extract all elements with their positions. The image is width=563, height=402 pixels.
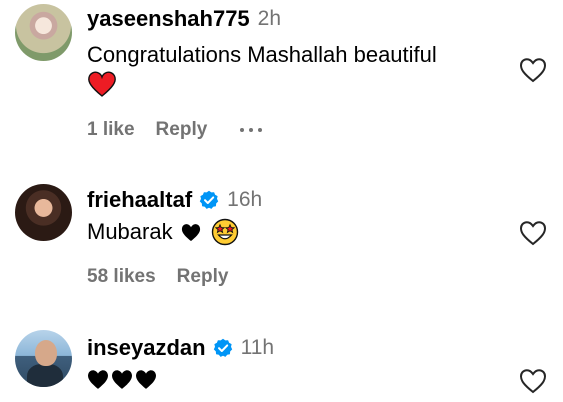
username[interactable]: yaseenshah775 bbox=[87, 6, 250, 32]
like-count[interactable]: 58 likes bbox=[87, 266, 156, 288]
comment-meta: 1 like Reply bbox=[87, 119, 263, 141]
comment-text: Mubarak bbox=[87, 218, 239, 246]
timestamp: 2h bbox=[257, 7, 282, 30]
comment-text: Congratulations Mashallah beautiful bbox=[87, 42, 437, 67]
reply-button[interactable]: Reply bbox=[156, 119, 208, 141]
black-heart-icon bbox=[112, 370, 132, 389]
avatar[interactable] bbox=[15, 184, 72, 241]
timestamp: 11h bbox=[240, 336, 275, 359]
reply-button[interactable]: Reply bbox=[177, 266, 229, 288]
comment-header: friehaaltaf 16h bbox=[87, 187, 262, 213]
heart-outline-icon[interactable] bbox=[519, 220, 547, 246]
heart-outline-icon[interactable] bbox=[519, 57, 547, 83]
black-heart-icon bbox=[181, 223, 200, 241]
timestamp: 16h bbox=[227, 188, 263, 211]
comment-header: yaseenshah775 2h bbox=[87, 6, 281, 32]
comment-emoji-line bbox=[87, 70, 117, 98]
username[interactable]: inseyazdan bbox=[87, 335, 206, 361]
star-struck-icon bbox=[211, 218, 238, 246]
comment-text-content: Mubarak bbox=[87, 219, 173, 244]
verified-badge-icon bbox=[213, 338, 232, 357]
avatar[interactable] bbox=[15, 330, 72, 387]
verified-badge-icon bbox=[199, 190, 219, 209]
comment-meta: 58 likes Reply bbox=[87, 266, 228, 288]
red-heart-icon bbox=[88, 71, 116, 97]
comment-emoji-line bbox=[87, 369, 157, 390]
comment-header: inseyazdan 11h bbox=[87, 335, 274, 361]
username[interactable]: friehaaltaf bbox=[87, 187, 192, 213]
black-heart-icon bbox=[88, 370, 108, 389]
heart-outline-icon[interactable] bbox=[519, 368, 547, 394]
avatar[interactable] bbox=[15, 4, 72, 61]
like-count[interactable]: 1 like bbox=[87, 119, 135, 141]
black-heart-icon bbox=[136, 370, 156, 389]
more-options-icon[interactable] bbox=[240, 128, 263, 132]
